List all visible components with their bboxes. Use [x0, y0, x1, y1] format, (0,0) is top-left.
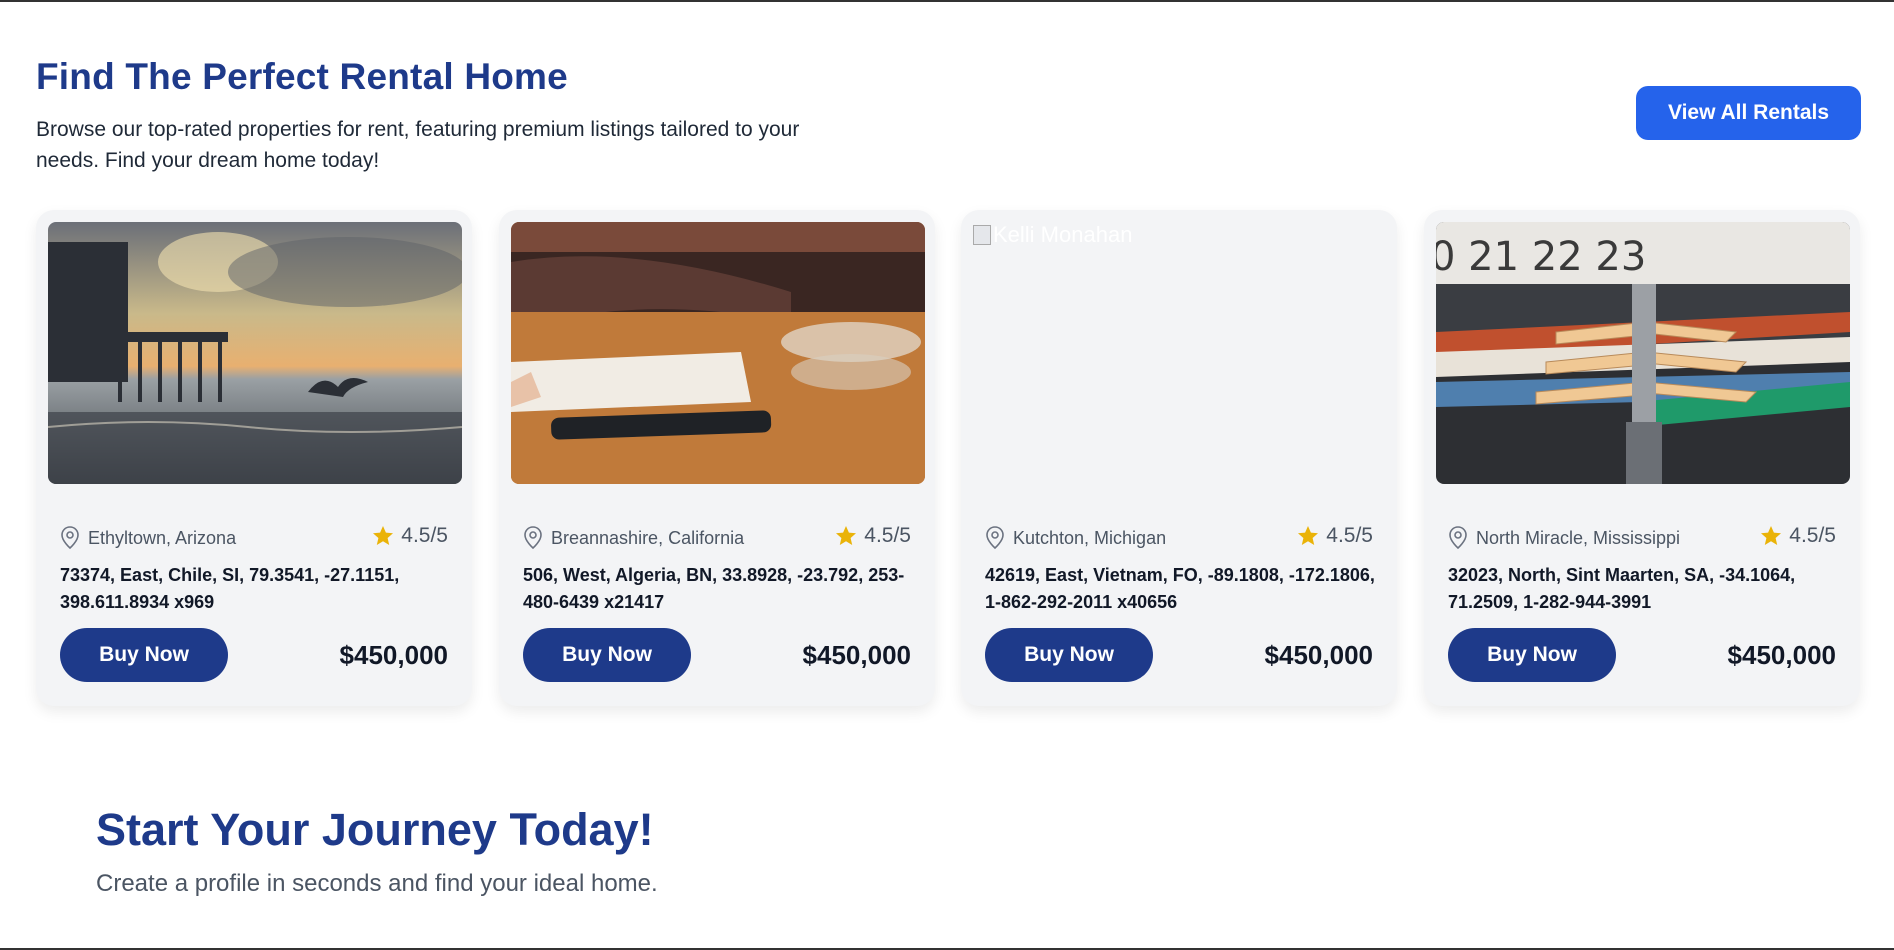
- listing-price: $450,000: [339, 640, 448, 670]
- clothes-hangers-photo: 0 21 22 23: [1436, 222, 1850, 484]
- star-icon: [1296, 524, 1320, 548]
- listing-rating: 4.5/5: [834, 524, 911, 548]
- cta-subtitle: Create a profile in seconds and find you…: [96, 870, 658, 897]
- buy-now-button[interactable]: Buy Now: [60, 628, 228, 682]
- listing-location: North Miracle, Mississippi: [1448, 526, 1680, 550]
- view-all-rentals-button[interactable]: View All Rentals: [1636, 86, 1861, 140]
- pier-sunset-photo: [48, 222, 462, 484]
- listing-meta: Ethyltown, Arizona 4.5/5: [60, 524, 448, 552]
- cta-title: Start Your Journey Today!: [96, 804, 654, 855]
- location-text: Breannashire, California: [551, 527, 745, 548]
- page-title: Find The Perfect Rental Home: [36, 56, 568, 97]
- listing-meta: North Miracle, Mississippi 4.5/5: [1448, 524, 1836, 552]
- map-pin-icon: [1448, 526, 1468, 550]
- star-icon: [834, 524, 858, 548]
- location-text: Ethyltown, Arizona: [88, 527, 237, 548]
- listing-card[interactable]: Kelli Monahan Kutchton, Michigan 4.5/5 4…: [961, 210, 1397, 706]
- listing-card[interactable]: Ethyltown, Arizona 4.5/5 73374, East, Ch…: [36, 210, 472, 706]
- star-icon: [371, 524, 395, 548]
- page-subtitle: Browse our top-rated properties for rent…: [36, 118, 800, 172]
- rating-text: 4.5/5: [1789, 524, 1836, 547]
- listing-rating: 4.5/5: [371, 524, 448, 548]
- section-header: Find The Perfect Rental Home Browse our …: [36, 56, 1861, 176]
- listing-price: $450,000: [1727, 640, 1836, 670]
- map-pin-icon: [523, 526, 543, 550]
- broken-image: Kelli Monahan: [973, 222, 1132, 248]
- listing-location: Ethyltown, Arizona: [60, 526, 236, 550]
- listing-card[interactable]: 0 21 22 23 North Miracle, Mississippi 4.…: [1424, 210, 1860, 706]
- cta-section: Start Your Journey Today! Create a profi…: [96, 804, 658, 898]
- listing-rating: 4.5/5: [1759, 524, 1836, 548]
- listing-cards: Ethyltown, Arizona 4.5/5 73374, East, Ch…: [36, 210, 1861, 706]
- svg-text:0 21 22 23: 0 21 22 23: [1436, 234, 1646, 280]
- star-icon: [1759, 524, 1783, 548]
- listing-rating: 4.5/5: [1296, 524, 1373, 548]
- map-pin-icon: [60, 526, 80, 550]
- rating-text: 4.5/5: [864, 524, 911, 547]
- map-pin-icon: [985, 526, 1005, 550]
- listing-meta: Breannashire, California 4.5/5: [523, 524, 911, 552]
- listing-price: $450,000: [802, 640, 911, 670]
- listing-card[interactable]: Breannashire, California 4.5/5 506, West…: [499, 210, 935, 706]
- desk-notebook-photo: [511, 222, 925, 484]
- buy-now-button[interactable]: Buy Now: [985, 628, 1153, 682]
- listing-meta: Kutchton, Michigan 4.5/5: [985, 524, 1373, 552]
- listing-address: 42619, East, Vietnam, FO, -89.1808, -172…: [985, 565, 1375, 612]
- buy-now-button[interactable]: Buy Now: [1448, 628, 1616, 682]
- location-text: North Miracle, Mississippi: [1476, 527, 1681, 548]
- listing-address: 32023, North, Sint Maarten, SA, -34.1064…: [1448, 565, 1796, 612]
- broken-image-icon: [973, 225, 991, 245]
- listing-location: Kutchton, Michigan: [985, 526, 1166, 550]
- location-text: Kutchton, Michigan: [1013, 527, 1167, 548]
- listing-address: 73374, East, Chile, SI, 79.3541, -27.115…: [60, 565, 400, 612]
- listing-address: 506, West, Algeria, BN, 33.8928, -23.792…: [523, 565, 905, 612]
- image-alt-text: Kelli Monahan: [993, 222, 1133, 247]
- listing-location: Breannashire, California: [523, 526, 744, 550]
- top-divider: [0, 0, 1894, 2]
- rating-text: 4.5/5: [401, 524, 448, 547]
- rating-text: 4.5/5: [1326, 524, 1373, 547]
- buy-now-button[interactable]: Buy Now: [523, 628, 691, 682]
- listing-price: $450,000: [1264, 640, 1373, 670]
